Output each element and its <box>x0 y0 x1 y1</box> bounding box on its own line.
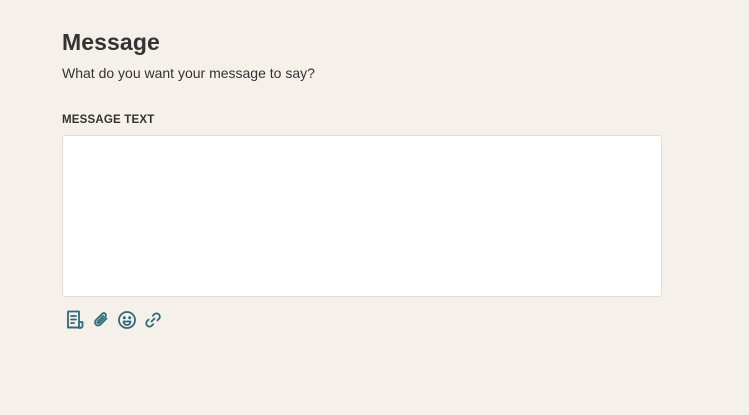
message-text-input[interactable] <box>62 135 662 297</box>
template-icon <box>67 310 84 329</box>
attach-button[interactable] <box>91 309 111 331</box>
page-title: Message <box>62 29 160 55</box>
emoji-button[interactable] <box>117 309 137 331</box>
paperclip-icon <box>94 312 108 327</box>
message-section: Message What do you want your message to… <box>62 28 662 331</box>
template-button[interactable] <box>65 309 85 331</box>
link-button[interactable] <box>143 309 163 331</box>
message-step: Message What do you want your message to… <box>0 0 749 415</box>
page-subtitle: What do you want your message to say? <box>62 65 315 81</box>
message-text-label: MESSAGE TEXT <box>62 114 155 126</box>
link-icon <box>145 312 161 328</box>
emoji-icon <box>118 311 136 329</box>
message-toolbar <box>65 309 662 331</box>
